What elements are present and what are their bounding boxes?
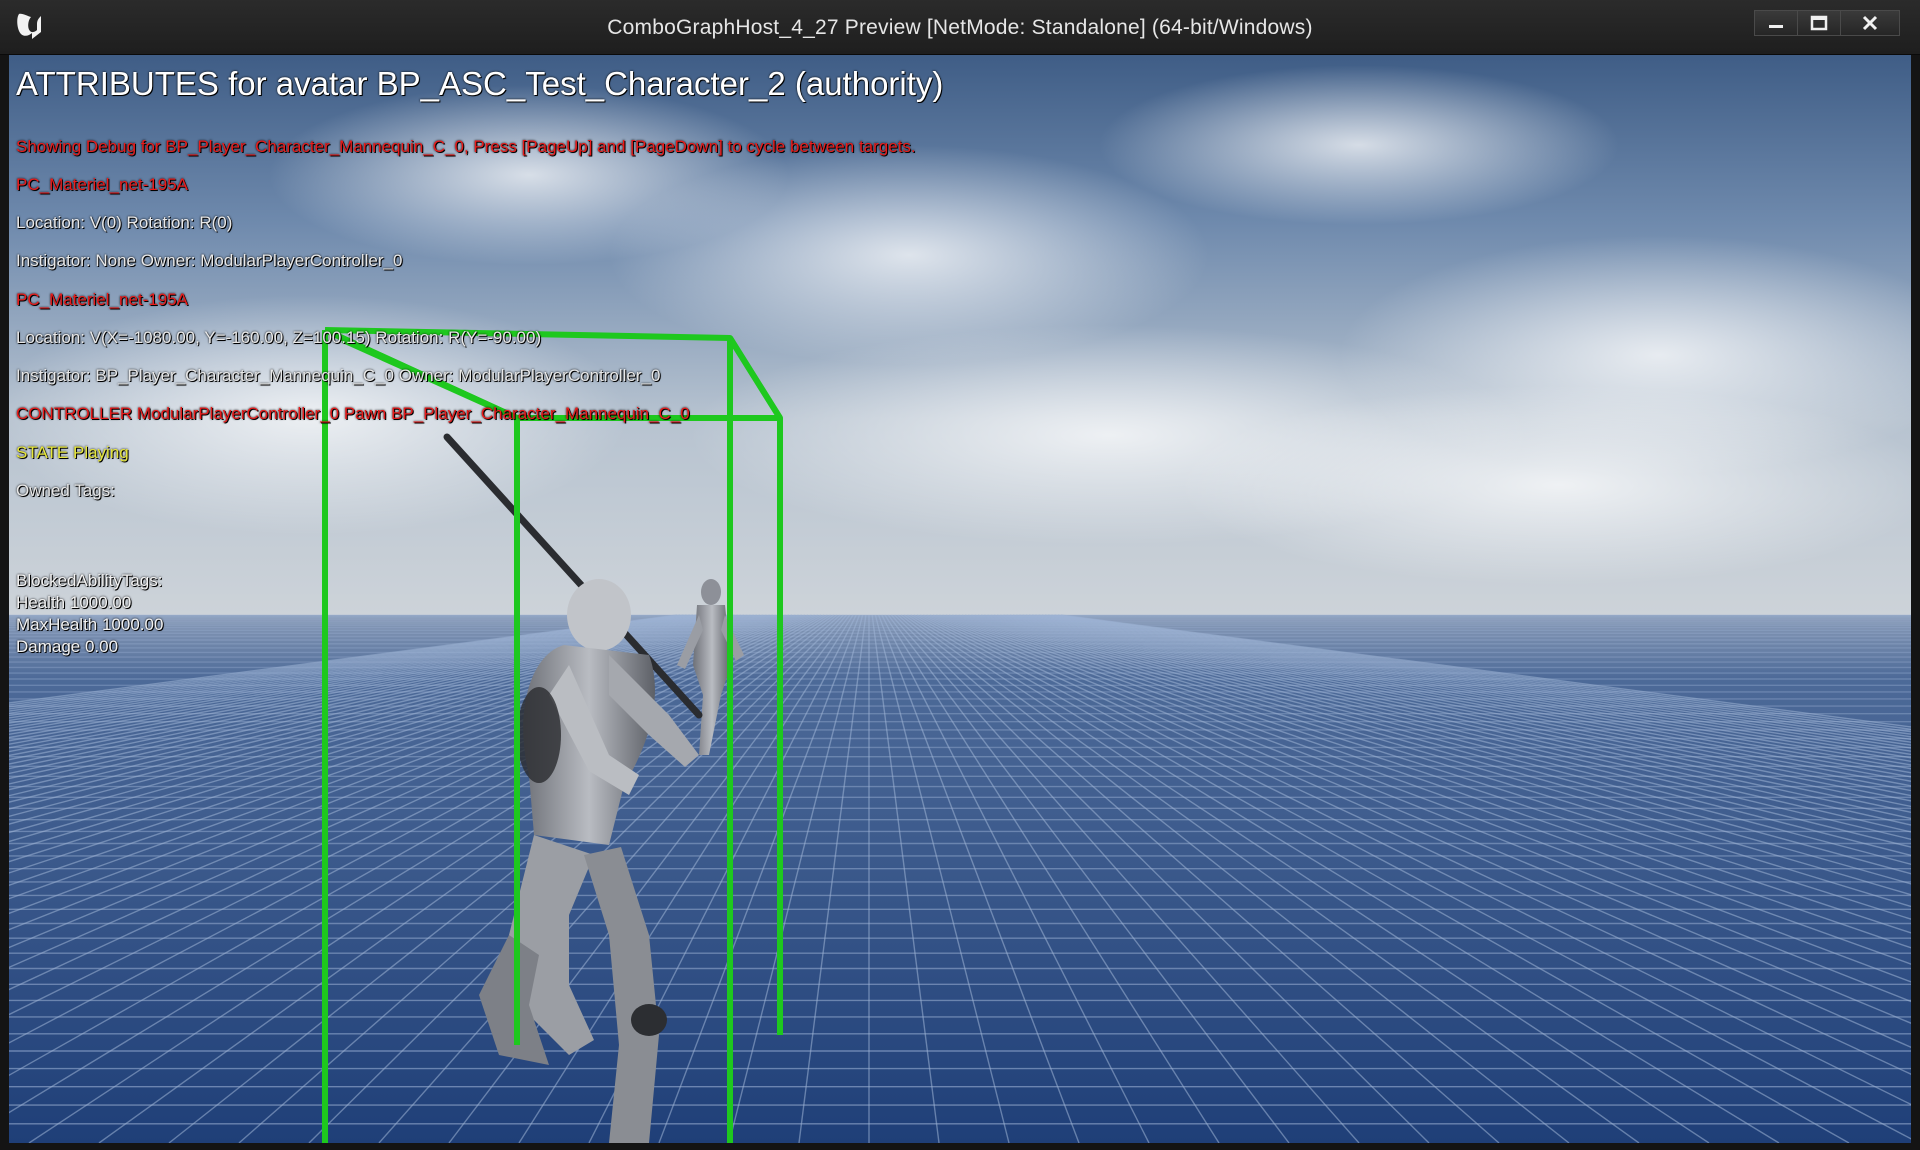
debug-target-hint: Showing Debug for BP_Player_Character_Ma… xyxy=(16,137,916,156)
window-title: ComboGraphHost_4_27 Preview [NetMode: St… xyxy=(607,16,1313,39)
damage-attribute: Damage 0.00 xyxy=(16,637,119,656)
minimize-icon xyxy=(1769,25,1783,28)
max-health-attribute: MaxHealth 1000.00 xyxy=(16,615,164,634)
window-controls xyxy=(1754,10,1900,38)
pawn-instigator: Instigator: BP_Player_Character_Mannequi… xyxy=(16,366,661,385)
minimize-button[interactable] xyxy=(1754,10,1798,36)
close-button[interactable] xyxy=(1840,10,1900,36)
pawn-controller-name: PC_Materiel_net-195A xyxy=(16,290,188,309)
game-window: ComboGraphHost_4_27 Preview [NetMode: St… xyxy=(0,0,1920,1150)
title-bar[interactable]: ComboGraphHost_4_27 Preview [NetMode: St… xyxy=(0,0,1920,55)
maximize-button[interactable] xyxy=(1797,10,1841,36)
pawn-location: Location: V(X=-1080.00, Y=-160.00, Z=100… xyxy=(16,328,542,347)
state-label: STATE Playing xyxy=(16,443,129,462)
game-viewport[interactable]: ATTRIBUTES for avatar BP_ASC_Test_Charac… xyxy=(9,55,1911,1143)
maximize-icon xyxy=(1810,15,1828,31)
attributes-header: ATTRIBUTES for avatar BP_ASC_Test_Charac… xyxy=(16,65,944,102)
close-icon xyxy=(1862,15,1878,31)
controller-pawn-info: CONTROLLER ModularPlayerController_0 Paw… xyxy=(16,404,690,423)
owned-tags-label: Owned Tags: xyxy=(16,481,115,500)
health-attribute: Health 1000.00 xyxy=(16,593,132,612)
controller-instigator: Instigator: None Owner: ModularPlayerCon… xyxy=(16,251,403,270)
controller-location: Location: V(0) Rotation: R(0) xyxy=(16,213,233,232)
debug-hud-overlay: ATTRIBUTES for avatar BP_ASC_Test_Charac… xyxy=(9,55,1911,1143)
blocked-ability-tags-label: BlockedAbilityTags: xyxy=(16,571,163,590)
player-controller-name: PC_Materiel_net-195A xyxy=(16,175,188,194)
